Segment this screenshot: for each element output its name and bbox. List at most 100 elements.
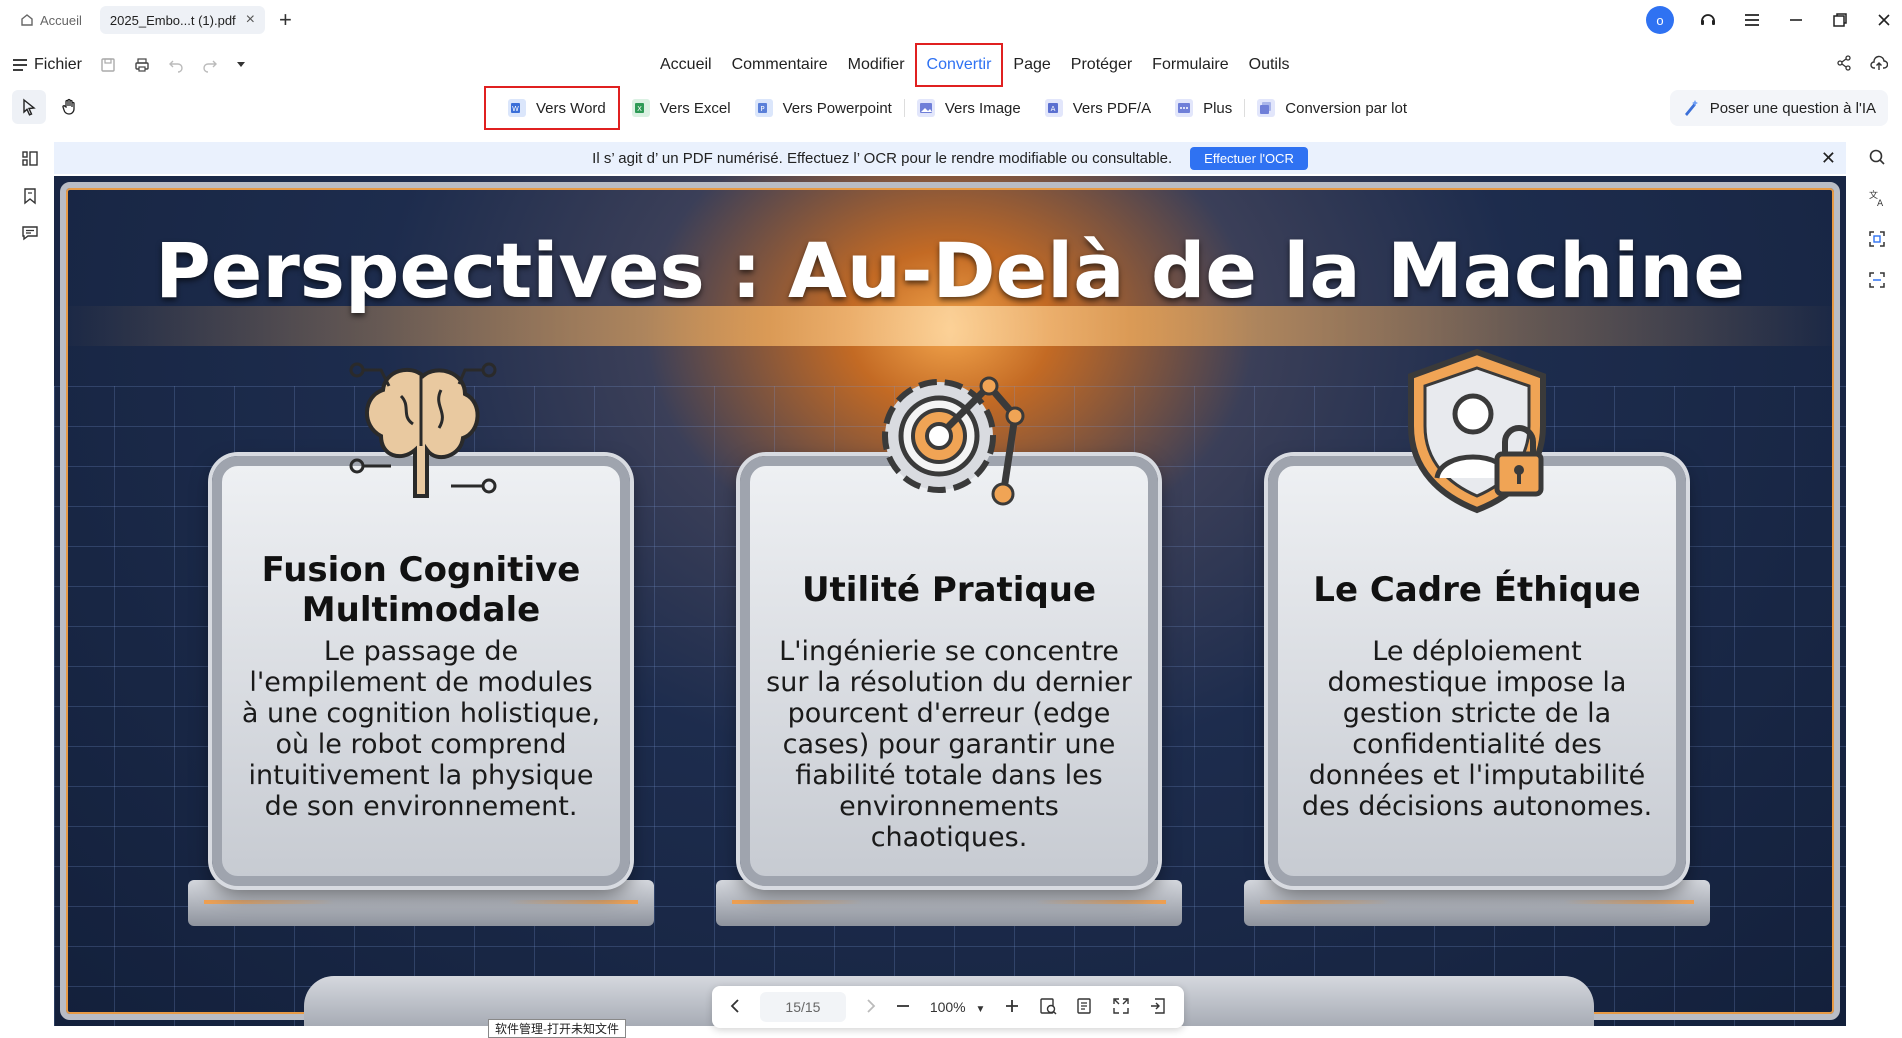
right-sidebar: 文A <box>1862 148 1892 294</box>
save-icon[interactable] <box>100 57 116 73</box>
cursor-icon <box>23 98 36 116</box>
comments-icon[interactable] <box>21 224 39 247</box>
plus-button[interactable]: Plus <box>1163 88 1244 128</box>
ocr-scan-icon[interactable] <box>1868 230 1886 253</box>
menu-bar: Fichier Accueil Commentaire Modifier Con… <box>0 43 1902 87</box>
gear-robot-arm-icon <box>882 376 1025 506</box>
next-page-icon[interactable] <box>865 998 877 1017</box>
slide-title: Perspectives : Au-Delà de la Machine <box>155 226 1745 315</box>
thumbnails-icon[interactable] <box>21 150 39 173</box>
minimize-icon[interactable] <box>1786 10 1806 30</box>
vers-powerpoint-label: Vers Powerpoint <box>782 99 892 117</box>
vers-image-button[interactable]: Vers Image <box>905 88 1033 128</box>
menu-accueil[interactable]: Accueil <box>650 48 722 82</box>
perform-ocr-button[interactable]: Effectuer l'OCR <box>1190 146 1308 170</box>
svg-text:P: P <box>760 105 764 113</box>
menu-icon[interactable] <box>1742 10 1762 30</box>
page-number-input[interactable]: 15/15 <box>759 992 846 1022</box>
ai-pen-icon <box>1684 100 1698 116</box>
search-icon[interactable] <box>1868 148 1886 171</box>
avatar[interactable]: o <box>1646 6 1674 34</box>
card-pedestal <box>188 880 654 926</box>
svg-text:A: A <box>1050 105 1055 113</box>
pdfa-icon: A <box>1044 99 1063 117</box>
tooltip: 软件管理-打开未知文件 <box>488 1019 626 1038</box>
vers-excel-button[interactable]: X Vers Excel <box>620 88 743 128</box>
vers-pdfa-button[interactable]: A Vers PDF/A <box>1033 88 1163 128</box>
support-icon[interactable] <box>1698 10 1718 30</box>
batch-convert-icon <box>1257 99 1276 117</box>
ocr-banner: Il s’ agit d’ un PDF numérisé. Effectuez… <box>54 142 1846 174</box>
undo-icon[interactable] <box>168 57 184 73</box>
zoom-in-icon[interactable] <box>1004 998 1020 1017</box>
convert-options: W Vers Word X Vers Excel P Vers Powerpoi… <box>484 86 1419 130</box>
previous-page-icon[interactable] <box>729 998 741 1017</box>
dropdown-caret-icon[interactable] <box>236 61 246 69</box>
cloud-upload-icon[interactable] <box>1870 55 1889 76</box>
fichier-menu[interactable]: Fichier <box>12 56 82 74</box>
pdf-page: Perspectives : Au-Delà de la Machine Fus… <box>54 176 1846 1026</box>
zoom-level: 100% <box>929 999 966 1015</box>
pdf-editor-window: Accueil 2025_Embo...t (1).pdf × + o Fich… <box>0 0 1902 1038</box>
card-body: L'ingénierie se concentre sur la résolut… <box>766 636 1132 853</box>
close-tab-icon[interactable]: × <box>246 11 255 29</box>
card-fusion: Fusion Cognitive Multimodale Le passage … <box>212 362 630 886</box>
restore-icon[interactable] <box>1830 10 1850 30</box>
title-controls: o <box>1646 0 1894 40</box>
title-bar: Accueil 2025_Embo...t (1).pdf × + o <box>0 0 1902 40</box>
menu-commentaire[interactable]: Commentaire <box>722 48 838 82</box>
vers-word-label: Vers Word <box>536 99 606 117</box>
select-tool-button[interactable] <box>12 90 46 124</box>
vers-powerpoint-button[interactable]: P Vers Powerpoint <box>743 88 904 128</box>
zoom-caret-icon: ▼ <box>975 1004 986 1015</box>
card-title: Fusion Cognitive Multimodale <box>261 550 581 630</box>
card-title: Utilité Pratique <box>801 570 1097 610</box>
word-icon: W <box>508 99 526 117</box>
zoom-level-select[interactable]: 100% ▼ <box>930 999 986 1015</box>
card-utilite: Utilité Pratique L'ingénierie se concent… <box>740 376 1158 886</box>
fullscreen-icon[interactable] <box>1112 997 1130 1018</box>
page-navigation-bar: 15/15 100% ▼ <box>712 986 1184 1028</box>
menu-proteger[interactable]: Protéger <box>1061 48 1142 82</box>
ask-ai-button[interactable]: Poser une question à l'IA <box>1669 90 1888 126</box>
zoom-out-icon[interactable] <box>895 998 911 1017</box>
screen-capture-icon[interactable] <box>1868 271 1886 294</box>
main-menu: Accueil Commentaire Modifier Convertir P… <box>650 43 1300 87</box>
menu-modifier[interactable]: Modifier <box>838 48 915 82</box>
share-tools <box>1836 48 1889 82</box>
print-icon[interactable] <box>134 57 150 73</box>
shield-lock-icon <box>1408 348 1546 514</box>
plus-label: Plus <box>1203 99 1233 117</box>
file-tools: Fichier <box>12 48 246 82</box>
hamburger-icon <box>13 59 27 71</box>
menu-convertir[interactable]: Convertir <box>914 43 1004 87</box>
redo-icon[interactable] <box>202 57 218 73</box>
hand-icon <box>62 98 75 115</box>
vers-excel-label: Vers Excel <box>659 99 731 117</box>
card-body: Le passage de l'empilement de modules à … <box>241 636 601 822</box>
menu-formulaire[interactable]: Formulaire <box>1142 48 1238 82</box>
close-window-icon[interactable] <box>1874 10 1894 30</box>
home-tab-label: Accueil <box>40 12 82 28</box>
vers-word-button[interactable]: W Vers Word <box>484 86 620 130</box>
menu-page[interactable]: Page <box>1003 48 1060 82</box>
exit-view-icon[interactable] <box>1149 997 1167 1018</box>
conversion-par-lot-button[interactable]: Conversion par lot <box>1245 88 1419 128</box>
card-body: Le déploiement domestique impose la gest… <box>1301 636 1653 822</box>
new-tab-icon[interactable]: + <box>279 7 292 33</box>
page-view-icon[interactable] <box>1075 997 1093 1018</box>
left-sidebar <box>10 146 50 250</box>
home-tab[interactable]: Accueil <box>10 6 92 34</box>
hand-tool-button[interactable] <box>52 90 86 124</box>
share-icon[interactable] <box>1836 54 1852 76</box>
bookmark-icon[interactable] <box>21 187 39 210</box>
fit-page-icon[interactable] <box>1039 997 1057 1018</box>
vers-pdfa-label: Vers PDF/A <box>1072 99 1152 117</box>
card-pedestal <box>716 880 1182 926</box>
fichier-label: Fichier <box>34 56 83 73</box>
file-tab[interactable]: 2025_Embo...t (1).pdf × <box>99 6 266 34</box>
menu-outils[interactable]: Outils <box>1239 48 1300 82</box>
vers-image-label: Vers Image <box>944 99 1021 117</box>
close-banner-icon[interactable]: ✕ <box>1821 148 1836 169</box>
translate-icon[interactable]: 文A <box>1868 189 1886 212</box>
